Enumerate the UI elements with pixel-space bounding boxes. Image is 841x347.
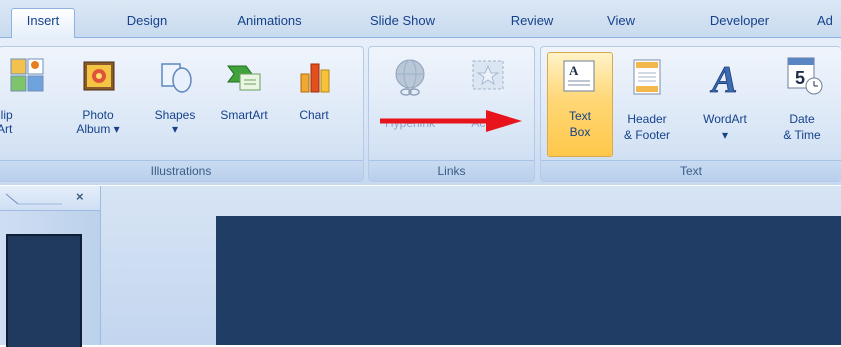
calendar-clock-icon: 5 (787, 57, 823, 95)
clip-art-icon (10, 58, 44, 92)
smartart-label: SmartArt (220, 108, 268, 122)
wordart-button[interactable]: A WordArt ▾ (690, 56, 760, 152)
tab-review[interactable]: Review (497, 9, 567, 37)
smartart-icon (227, 65, 261, 91)
chart-button[interactable]: Chart (284, 56, 344, 152)
date-time-label-2: & Time (783, 128, 821, 142)
header-footer-label-1: Header (627, 112, 667, 126)
ribbon-tab-bar: Insert Design Animations Slide Show Revi… (0, 0, 841, 39)
slide-thumbnail[interactable] (6, 234, 82, 347)
text-box-label-2: Box (569, 125, 591, 139)
chart-icon (300, 63, 330, 93)
hyperlink-globe-icon (395, 59, 425, 96)
date-time-button[interactable]: 5 Date & Time (772, 56, 832, 152)
photo-album-label-1: Photo (82, 108, 114, 122)
hyperlink-button[interactable]: Hyperlink (372, 56, 448, 152)
tab-design[interactable]: Design (112, 9, 182, 37)
shapes-dropdown: ▾ (171, 122, 179, 136)
photo-album-icon (83, 61, 115, 91)
header-footer-button[interactable]: Header & Footer (614, 56, 680, 152)
clip-art-label-1: Clip (0, 108, 13, 122)
text-box-label-1: Text (568, 109, 591, 123)
smartart-button[interactable]: SmartArt (210, 56, 278, 152)
tab-insert[interactable]: Insert (11, 8, 75, 39)
shapes-label-1: Shapes (154, 108, 196, 122)
group-label-illustrations: Illustrations (0, 160, 363, 181)
photo-album-button[interactable]: Photo Album ▾ (70, 56, 126, 152)
date-time-label-1: Date (789, 112, 815, 126)
shapes-icon (161, 63, 192, 93)
header-footer-icon (633, 59, 661, 95)
svg-text:A: A (710, 59, 737, 98)
action-icon (472, 60, 504, 90)
header-footer-label-2: & Footer (623, 128, 671, 142)
tab-slide-show[interactable]: Slide Show (355, 9, 450, 37)
tab-developer[interactable]: Developer (692, 9, 787, 37)
tab-add-ins[interactable]: Ad (817, 9, 841, 37)
group-label-text: Text (541, 160, 841, 181)
chart-label: Chart (299, 108, 329, 122)
pane-tab-icon[interactable] (4, 192, 64, 206)
svg-text:5: 5 (795, 68, 805, 88)
slides-pane-header: × (0, 186, 100, 211)
slides-pane: × (0, 186, 101, 347)
tab-animations[interactable]: Animations (222, 9, 317, 37)
wordart-icon: A (710, 59, 738, 98)
text-box-icon: A (563, 60, 595, 92)
photo-album-label-2: Album ▾ (76, 122, 120, 136)
text-box-button[interactable]: A Text Box (547, 52, 613, 157)
slide-canvas[interactable] (216, 216, 841, 345)
action-button[interactable]: Action (456, 56, 520, 152)
clip-art-button[interactable]: Clip Art (0, 56, 50, 152)
red-arrow-icon (380, 110, 522, 132)
shapes-button[interactable]: Shapes ▾ (146, 56, 204, 152)
wordart-label: WordArt (703, 112, 747, 126)
close-icon[interactable]: × (76, 189, 84, 204)
clip-art-label-2: Art (0, 122, 13, 136)
group-label-links: Links (369, 160, 534, 181)
svg-text:A: A (569, 63, 579, 78)
tab-view[interactable]: View (596, 9, 646, 37)
wordart-dropdown: ▾ (721, 128, 729, 142)
